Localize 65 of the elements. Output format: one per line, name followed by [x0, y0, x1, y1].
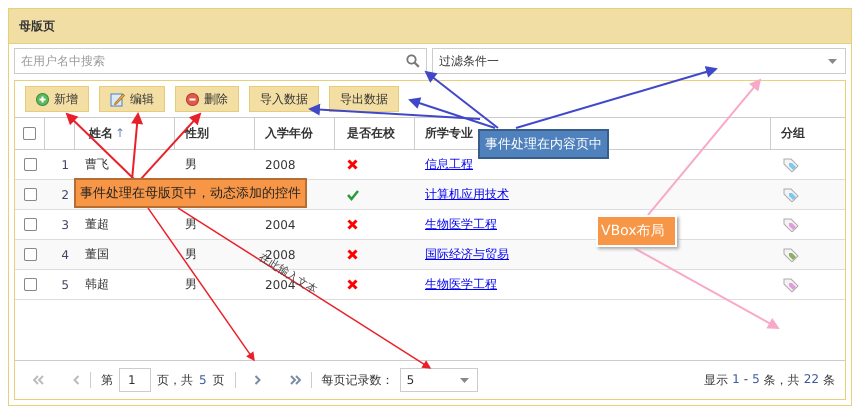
major-link[interactable]: 生物医学工程	[425, 276, 497, 293]
caret-icon	[828, 58, 837, 64]
column-header[interactable]: 入学年份	[265, 125, 313, 142]
column-header[interactable]: 所学专业	[425, 125, 473, 142]
page-count: 5	[199, 373, 207, 387]
tag-icon	[783, 278, 799, 292]
page-size-label: 每页记录数：	[322, 372, 394, 388]
checkbox[interactable]	[24, 158, 36, 171]
major-link[interactable]: 计算机应用技术	[425, 186, 509, 203]
row-number: 5	[61, 278, 69, 292]
table-cell: 2008	[265, 158, 296, 172]
major-link[interactable]: 国际经济与贸易	[425, 246, 509, 263]
page-label: 第	[101, 372, 113, 388]
row-number: 3	[61, 218, 69, 232]
major-link[interactable]: 生物医学工程	[425, 216, 497, 233]
filter-dropdown[interactable]: 过滤条件一	[432, 48, 846, 74]
plus-icon	[36, 92, 49, 106]
column-header[interactable]: 分组	[781, 125, 805, 142]
toolbar-button[interactable]: 新增	[25, 86, 89, 112]
search-icon[interactable]	[406, 54, 420, 68]
table-cell: 2004	[265, 218, 296, 232]
callout-label: VBox布局	[596, 215, 677, 247]
toolbar-button[interactable]: 删除	[175, 86, 239, 112]
table-cell: 男	[185, 156, 197, 173]
callout-label: 事件处理在母版页中，动态添加的控件	[74, 178, 307, 208]
panel-title: 母版页	[19, 18, 55, 34]
callout-label: 事件处理在内容页中	[478, 129, 609, 159]
pencil-icon	[110, 92, 125, 106]
next-page-icon[interactable]	[254, 375, 261, 385]
table-cell: 男	[185, 216, 197, 233]
major-link[interactable]: 信息工程	[425, 156, 473, 173]
record-summary: 显示 1 - 5 条，共 22 条	[704, 372, 835, 388]
page-label: 页	[212, 372, 225, 388]
first-page-icon[interactable]	[33, 375, 45, 385]
page-size-dropdown[interactable]: 5	[400, 368, 478, 392]
checkbox[interactable]	[23, 127, 36, 140]
caret-icon	[460, 378, 469, 382]
table-cell: 曹飞	[85, 156, 109, 173]
column-header[interactable]: 姓名 ↑	[89, 125, 126, 142]
row-number: 2	[61, 188, 69, 202]
table-cell: 韩超	[85, 276, 109, 293]
table-cell: 男	[185, 276, 197, 293]
checkbox[interactable]	[24, 188, 36, 201]
toolbar-button[interactable]: 编辑	[99, 86, 165, 112]
search-field[interactable]: 在用户名中搜索	[14, 48, 427, 74]
row-number: 1	[61, 158, 69, 172]
tag-icon	[783, 248, 799, 262]
checkbox[interactable]	[24, 248, 36, 261]
checkbox[interactable]	[24, 278, 36, 291]
checkbox[interactable]	[24, 218, 36, 231]
minus-icon	[186, 92, 199, 106]
toolbar-button[interactable]: 导出数据	[329, 86, 399, 112]
tag-icon	[783, 218, 799, 232]
tag-icon	[783, 158, 799, 172]
table-cell: 男	[185, 246, 197, 263]
last-page-icon[interactable]	[288, 375, 301, 385]
page-input[interactable]: 1	[119, 368, 151, 392]
table-cell: 董国	[85, 246, 109, 263]
column-header[interactable]: 是否在校	[347, 125, 395, 142]
row-number: 4	[61, 248, 69, 262]
toolbar-button[interactable]: 导入数据	[249, 86, 319, 112]
tag-icon	[783, 188, 799, 202]
previous-page-icon[interactable]	[73, 375, 80, 385]
page-label: 页，共	[157, 372, 193, 388]
table-cell: 董超	[85, 216, 109, 233]
